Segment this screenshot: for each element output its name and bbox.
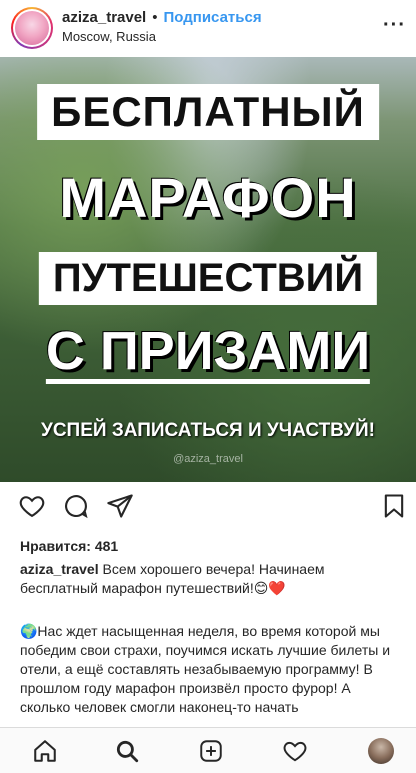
- post-actions: [0, 490, 416, 530]
- post-title-line-2: МАРАФОН: [59, 166, 357, 229]
- search-icon[interactable]: [112, 736, 142, 766]
- post-watermark: @aziza_travel: [173, 453, 243, 465]
- location-link[interactable]: Moscow, Russia: [62, 29, 262, 44]
- send-icon[interactable]: [104, 490, 136, 522]
- post-title-line-1: БЕСПЛАТНЫЙ: [37, 84, 379, 140]
- heart-icon[interactable]: [16, 490, 48, 522]
- activity-heart-icon[interactable]: [280, 736, 310, 766]
- comment-icon[interactable]: [60, 490, 92, 522]
- bookmark-icon[interactable]: [378, 490, 410, 522]
- add-post-icon[interactable]: [196, 736, 226, 766]
- caption-username[interactable]: aziza_travel: [20, 561, 99, 577]
- post-call-to-action: УСПЕЙ ЗАПИСАТЬСЯ И УЧАСТВУЙ!: [41, 420, 375, 441]
- post-body-text: 🌍Нас ждет насыщенная неделя, во время ко…: [20, 623, 391, 715]
- post-image[interactable]: БЕСПЛАТНЫЙ МАРАФОН ПУТЕШЕСТВИЙ С ПРИЗАМИ…: [0, 57, 416, 482]
- user-block: aziza_travel • Подписаться Moscow, Russi…: [62, 9, 262, 44]
- follow-button[interactable]: Подписаться: [164, 9, 262, 26]
- separator-dot: •: [152, 9, 158, 26]
- profile-avatar[interactable]: [366, 736, 396, 766]
- profile-avatar-image: [368, 738, 394, 764]
- username-link[interactable]: aziza_travel: [62, 9, 146, 26]
- home-icon[interactable]: [30, 736, 60, 766]
- more-options-icon[interactable]: ···: [383, 14, 406, 37]
- post-caption: aziza_travel Всем хорошего вечера! Начин…: [20, 560, 400, 598]
- bottom-nav: [0, 727, 416, 773]
- post-title-line-3: ПУТЕШЕСТВИЙ: [38, 252, 378, 305]
- post-title-line-4: С ПРИЗАМИ: [45, 323, 371, 384]
- likes-count[interactable]: Нравится: 481: [20, 538, 118, 554]
- post-header: aziza_travel • Подписаться Moscow, Russi…: [0, 0, 416, 56]
- avatar-image: [15, 11, 49, 45]
- avatar[interactable]: [11, 7, 53, 49]
